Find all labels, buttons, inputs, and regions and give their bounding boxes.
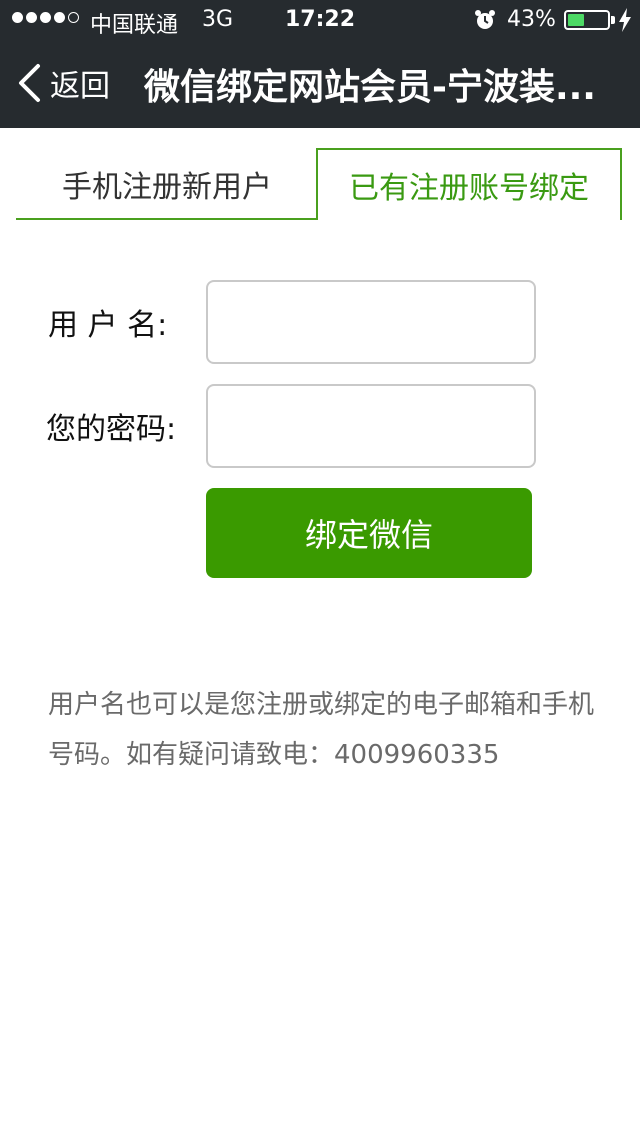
tab-existing-account-bind[interactable]: 已有注册账号绑定 — [316, 148, 622, 220]
back-button[interactable]: 返回 — [16, 60, 110, 106]
battery-fill — [568, 14, 584, 26]
status-bar: 中国联通 3G 17:22 43% — [0, 0, 640, 40]
chevron-left-icon — [19, 64, 40, 102]
charging-bolt-icon — [619, 8, 631, 32]
password-label: 您的密码: — [46, 412, 177, 447]
battery-tip — [611, 16, 615, 24]
tab-bar: 手机注册新用户 已有注册账号绑定 — [16, 148, 624, 220]
username-label: 用 户 名: — [48, 308, 168, 343]
password-input[interactable] — [206, 384, 536, 468]
tab-mobile-register[interactable]: 手机注册新用户 — [16, 148, 318, 220]
nav-bar: 返回 微信绑定网站会员-宁波装... — [0, 40, 640, 128]
alarm-clock-icon — [475, 10, 495, 29]
back-label: 返回 — [50, 69, 110, 104]
help-text: 用户名也可以是您注册或绑定的电子邮箱和手机号码。如有疑问请致电：40099603… — [48, 690, 595, 770]
username-input[interactable] — [206, 280, 536, 364]
battery-percent: 43% — [507, 7, 556, 32]
battery-icon — [564, 10, 610, 30]
page-title: 微信绑定网站会员-宁波装... — [144, 67, 596, 108]
bind-wechat-button[interactable]: 绑定微信 — [206, 488, 532, 578]
header: 中国联通 3G 17:22 43% 返回 微信绑定网站会员-宁波装... — [0, 0, 640, 128]
